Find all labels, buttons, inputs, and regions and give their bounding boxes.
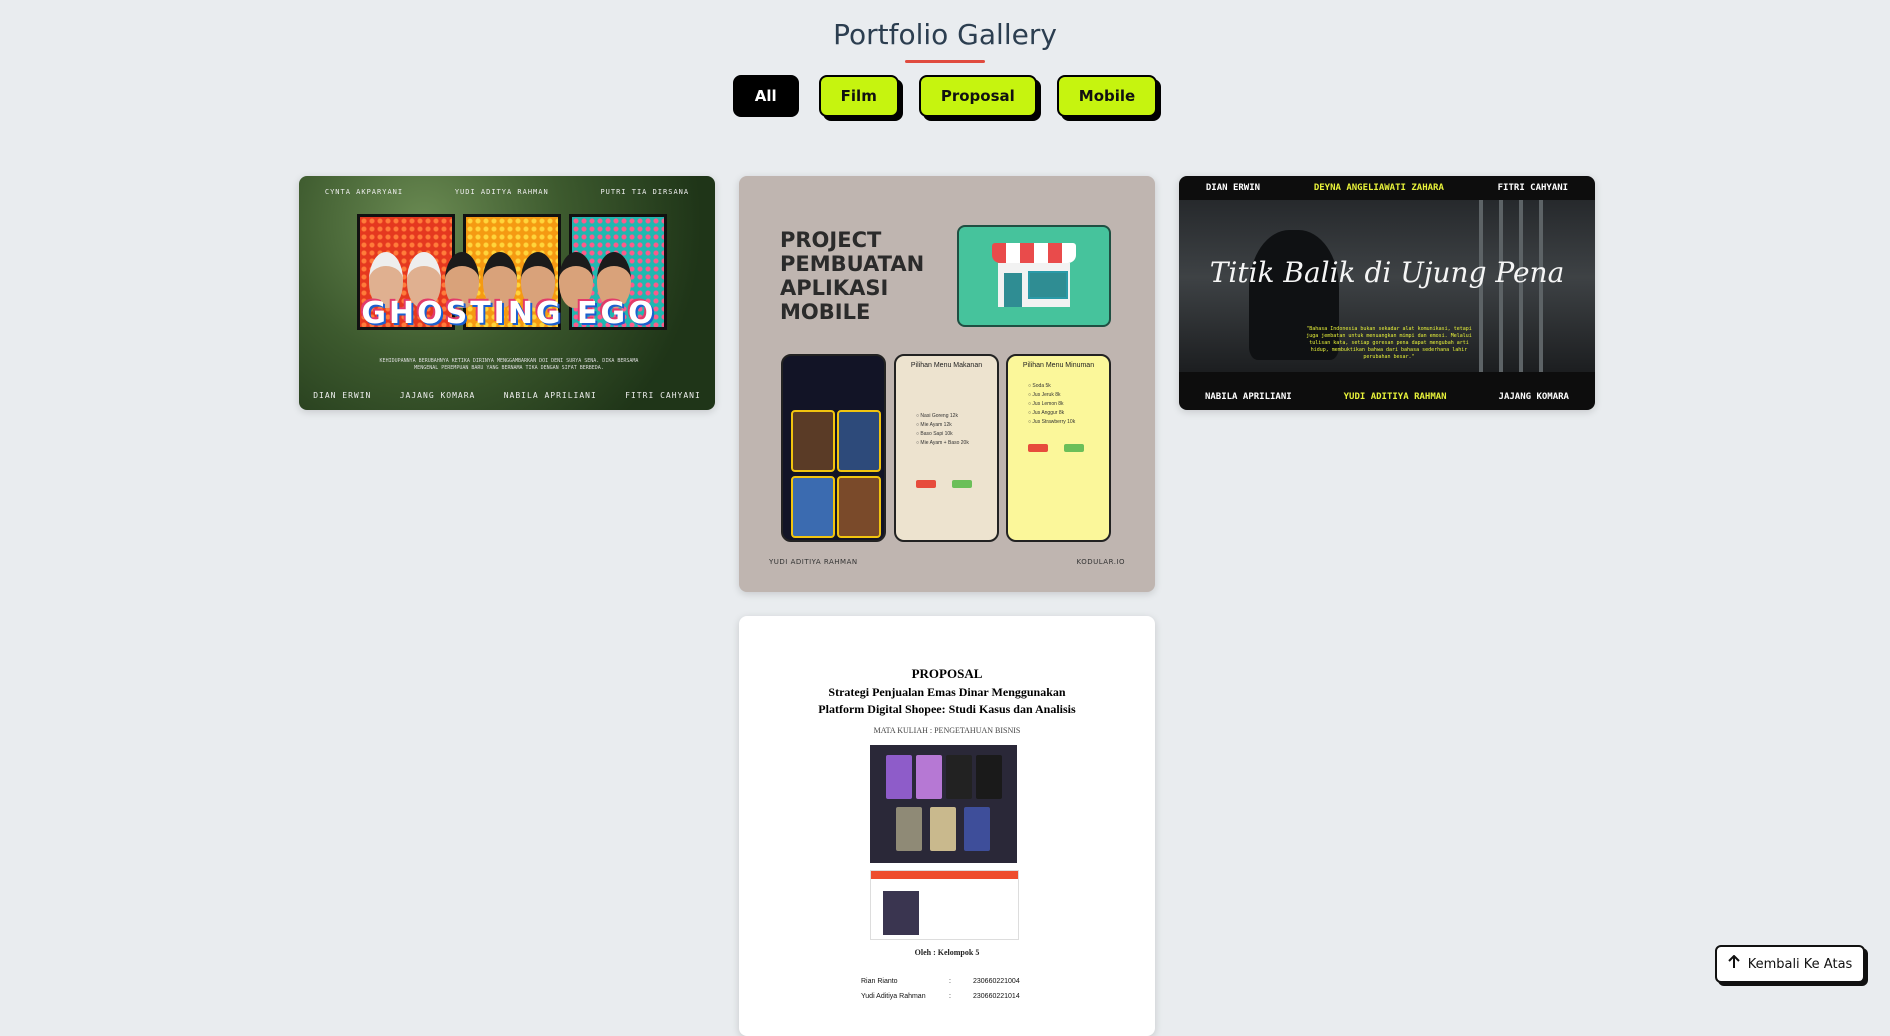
gold-bars-photo [870,745,1017,863]
phone-mockup-home [781,354,886,542]
filter-mobile-button[interactable]: Mobile [1056,75,1158,117]
filter-all-button[interactable]: All [732,75,799,117]
poster-credits-bottom: DIAN ERWIN JAJANG KOMARA NABILA APRILIAN… [299,391,715,400]
phone-screen-title: Pilihan Menu Minuman [1022,362,1095,369]
gallery-card-proposal[interactable]: PROPOSAL Strategi Penjualan Emas Dinar M… [739,616,1155,1036]
credit-name: NABILA APRILIANI [503,391,597,400]
credit-name: YUDI ADITIYA RAHMAN [1343,392,1447,402]
menu-options: Nasi Goreng 12k Mie Ayam 12k Baso Sapi 1… [916,412,968,448]
list-item: Yudi Aditiya Rahman:230660221014 [861,993,1020,1000]
list-item: Rian Rianto:230660221004 [861,978,1020,985]
proposal-heading: PROPOSAL [911,666,983,681]
card-footer: YUDI ADITIYA RAHMAN KODULAR.IO [769,558,1125,566]
credit-name: YUDI ADITYA RAHMAN [454,188,549,196]
credit-name: PUTRI TIA DIRSANA [600,188,690,196]
proposal-author-group: Oleh : Kelompok 5 [914,948,980,957]
platform-name: KODULAR.IO [1076,558,1125,566]
page-header: Portfolio Gallery [0,18,1890,63]
title-underline [905,60,985,63]
credit-name: FITRI CAHYANI [1497,183,1569,193]
credit-name: NABILA APRILIANI [1204,392,1292,402]
credit-name: DIAN ERWIN [313,391,372,400]
back-to-top-label: Kembali Ke Atas [1747,956,1853,972]
credit-name: DEYNA ANGELIAWATI ZAHARA [1313,183,1444,193]
gallery-card-ghosting-ego[interactable]: CYNTA AKPARYANI YUDI ADITYA RAHMAN PUTRI… [299,176,715,410]
shopee-screenshot [870,870,1019,940]
proposal-title-line: Strategi Penjualan Emas Dinar Menggunaka… [828,685,1066,699]
film-title: Titik Balik di Ujung Pena [1209,256,1565,289]
poster-quote: "Bahasa Indonesia bukan sekadar alat kom… [1306,326,1472,360]
credit-name: FITRI CAHYANI [625,391,701,400]
phone-screen-title: Pilihan Menu Makanan [910,362,983,369]
member-list: Rian Rianto:230660221004 Yudi Aditiya Ra… [861,974,1020,1004]
credit-name: JAJANG KOMARA [1498,392,1569,402]
credit-name: JAJANG KOMARA [399,391,476,400]
gallery-card-mobile-project[interactable]: PROJECT PEMBUATAN APLIKASI MOBILE Piliha… [739,176,1155,592]
filter-proposal-button[interactable]: Proposal [918,75,1037,117]
menu-options: Soda 5k Jus Jeruk 8k Jus Lemon 8k Jus An… [1028,382,1075,427]
arrow-up-icon [1727,954,1740,973]
gallery-card-titik-balik[interactable]: DIAN ERWIN DEYNA ANGELIAWATI ZAHARA FITR… [1179,176,1595,410]
poster-credits-top: CYNTA AKPARYANI YUDI ADITYA RAHMAN PUTRI… [299,188,715,196]
film-logo: GHOSTING EGO [361,296,657,331]
proposal-title-line: Platform Digital Shopee: Studi Kasus dan… [818,702,1076,716]
back-to-top-button[interactable]: Kembali Ke Atas [1715,945,1865,983]
credit-name: DIAN ERWIN [1205,183,1261,193]
poster-synopsis: KEHIDUPANNYA BERUBAHNYA KETIKA DIRINYA M… [379,358,639,371]
phone-mockup-drink-menu: Pilihan Menu Minuman Soda 5k Jus Jeruk 8… [1006,354,1111,542]
phone-mockup-food-menu: Pilihan Menu Makanan Nasi Goreng 12k Mie… [894,354,999,542]
store-icon [957,225,1111,327]
filter-bar: All Film Proposal Mobile [0,75,1890,117]
author-name: YUDI ADITIYA RAHMAN [769,558,858,566]
course-name: MATA KULIAH : PENGETAHUAN BISNIS [873,726,1021,735]
page-title: Portfolio Gallery [833,18,1057,51]
poster-credits-bottom: NABILA APRILIANI YUDI ADITIYA RAHMAN JAJ… [1179,392,1595,402]
credit-name: CYNTA AKPARYANI [324,188,404,196]
filter-film-button[interactable]: Film [818,75,899,117]
proposal-cover: PROPOSAL Strategi Penjualan Emas Dinar M… [739,666,1155,735]
poster-credits-top: DIAN ERWIN DEYNA ANGELIAWATI ZAHARA FITR… [1179,183,1595,193]
project-title: PROJECT PEMBUATAN APLIKASI MOBILE [780,228,925,324]
